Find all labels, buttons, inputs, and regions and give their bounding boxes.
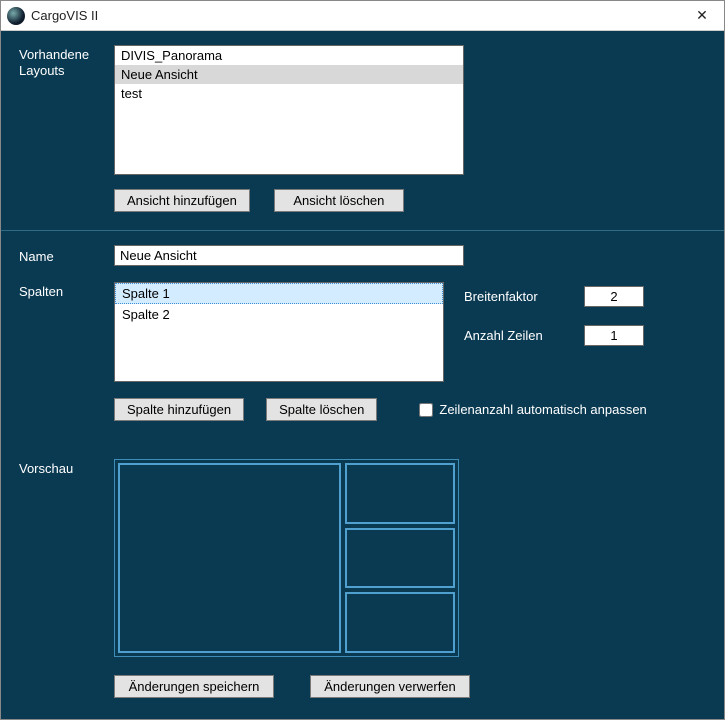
name-label: Name: [19, 247, 104, 265]
bottom-buttons-row: Änderungen speichern Änderungen verwerfe…: [114, 675, 706, 698]
window-title: CargoVIS II: [31, 8, 680, 23]
columns-area: Spalte 1Spalte 2 Breitenfaktor Anzahl Ze…: [114, 282, 644, 382]
row-count-row: Anzahl Zeilen: [464, 325, 644, 346]
preview-panel: [114, 459, 459, 657]
column-item[interactable]: Spalte 1: [115, 283, 443, 304]
dialog-body: Vorhandene Layouts DIVIS_PanoramaNeue An…: [1, 31, 724, 719]
width-factor-input[interactable]: [584, 286, 644, 307]
preview-cell-small-3: [345, 592, 455, 653]
delete-view-button[interactable]: Ansicht löschen: [274, 189, 404, 212]
delete-column-button[interactable]: Spalte löschen: [266, 398, 377, 421]
columns-label: Spalten: [19, 282, 104, 300]
width-factor-row: Breitenfaktor: [464, 286, 644, 307]
preview-cell-stack: [345, 463, 455, 653]
layouts-row: Vorhandene Layouts DIVIS_PanoramaNeue An…: [19, 45, 706, 175]
app-icon: [7, 7, 25, 25]
existing-layouts-label: Vorhandene Layouts: [19, 45, 104, 78]
layout-item[interactable]: Neue Ansicht: [115, 65, 463, 84]
layout-buttons-row: Ansicht hinzufügen Ansicht löschen: [114, 189, 706, 212]
column-buttons-row: Spalte hinzufügen Spalte löschen Zeilena…: [114, 398, 706, 421]
add-column-button[interactable]: Spalte hinzufügen: [114, 398, 244, 421]
dialog-window: CargoVIS II ✕ Vorhandene Layouts DIVIS_P…: [0, 0, 725, 720]
save-changes-button[interactable]: Änderungen speichern: [114, 675, 274, 698]
columns-listbox[interactable]: Spalte 1Spalte 2: [114, 282, 444, 382]
preview-cell-large: [118, 463, 341, 653]
close-button[interactable]: ✕: [680, 1, 724, 31]
preview-cell-small-2: [345, 528, 455, 589]
name-row: Name: [19, 245, 706, 266]
columns-row: Spalten Spalte 1Spalte 2 Breitenfaktor A…: [19, 282, 706, 382]
column-properties: Breitenfaktor Anzahl Zeilen: [464, 282, 644, 346]
layout-item[interactable]: test: [115, 84, 463, 103]
preview-label: Vorschau: [19, 459, 104, 477]
auto-rows-label: Zeilenanzahl automatisch anpassen: [439, 402, 646, 417]
close-icon: ✕: [696, 7, 708, 24]
preview-row: Vorschau: [19, 459, 706, 657]
name-input[interactable]: [114, 245, 464, 266]
auto-rows-checkbox-wrap[interactable]: Zeilenanzahl automatisch anpassen: [419, 402, 646, 417]
row-count-label: Anzahl Zeilen: [464, 328, 564, 343]
layout-item[interactable]: DIVIS_Panorama: [115, 46, 463, 65]
titlebar: CargoVIS II ✕: [1, 1, 724, 31]
row-count-input[interactable]: [584, 325, 644, 346]
column-item[interactable]: Spalte 2: [115, 304, 443, 325]
divider: [1, 230, 724, 231]
width-factor-label: Breitenfaktor: [464, 289, 564, 304]
add-view-button[interactable]: Ansicht hinzufügen: [114, 189, 250, 212]
auto-rows-checkbox[interactable]: [419, 403, 433, 417]
discard-changes-button[interactable]: Änderungen verwerfen: [310, 675, 470, 698]
layouts-listbox[interactable]: DIVIS_PanoramaNeue Ansichttest: [114, 45, 464, 175]
preview-cell-small-1: [345, 463, 455, 524]
